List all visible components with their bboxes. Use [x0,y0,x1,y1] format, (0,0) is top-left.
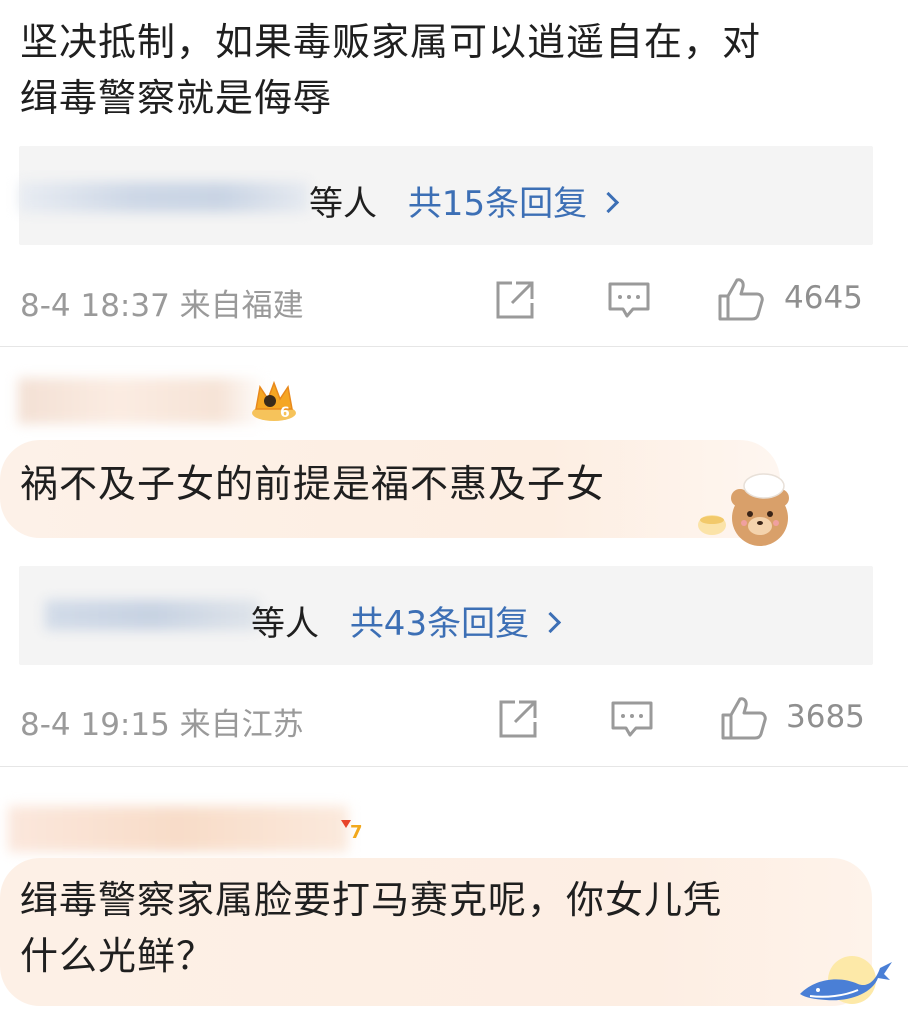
like-icon[interactable] [717,276,765,322]
comment-1-replies-box[interactable]: 等人 共15条回复 [19,146,873,245]
divider [0,766,908,767]
crown-badge-icon: 6 [250,379,298,423]
whale-icon [800,956,892,1004]
blurred-username [8,806,348,852]
blurred-usernames [45,600,259,630]
like-icon[interactable] [720,695,768,741]
comment-1-text: 坚决抵制，如果毒贩家属可以逍遥自在，对 缉毒警察就是侮辱 [20,20,762,120]
like-count: 4645 [784,280,863,316]
share-icon[interactable] [494,279,536,321]
comment-2-meta: 8-4 19:15 来自江苏 [20,707,304,743]
reply-count-link[interactable]: 共43条回复 [350,604,529,644]
reply-suffix: 等人 [251,604,319,644]
svg-text:7: 7 [350,822,363,843]
share-icon[interactable] [497,698,539,740]
bear-chef-icon [698,473,789,546]
svg-text:6: 6 [280,405,290,421]
comment-1-meta: 8-4 18:37 来自福建 [20,288,304,324]
comment-icon[interactable] [607,281,651,321]
level-badge-icon: 7 [338,814,368,844]
comment-3-text: 缉毒警察家属脸要打马赛克呢，你女儿凭 什么光鲜？ [20,878,723,978]
reply-count-link[interactable]: 共15条回复 [408,184,587,224]
comment-icon[interactable] [610,700,654,740]
like-count: 3685 [786,699,865,735]
divider [0,346,908,347]
blurred-username [18,378,268,424]
comment-2-text: 祸不及子女的前提是福不惠及子女 [20,462,606,506]
chevron-right-icon [597,191,620,214]
reply-suffix: 等人 [309,184,377,224]
comment-2-replies-box[interactable]: 等人 共43条回复 [19,566,873,665]
blurred-usernames [19,182,309,212]
chevron-right-icon [539,611,562,634]
